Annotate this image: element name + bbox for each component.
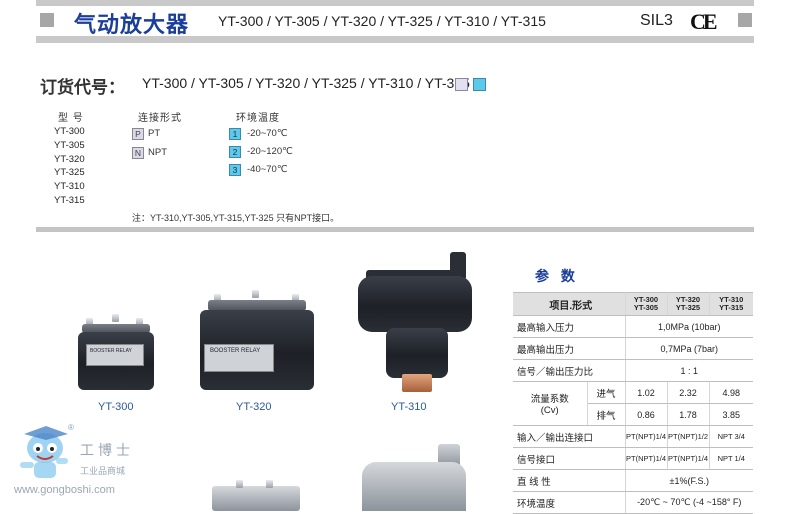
order-note: 注：YT-310,YT-305,YT-315,YT-325 只有NPT接口。	[132, 213, 340, 223]
model-item: YT-325	[54, 167, 85, 178]
spec-flow-label: 流量系数 (Cv)	[513, 381, 588, 426]
temperature-code-label: -20~120℃	[247, 146, 293, 157]
spec-title: 参 数	[535, 268, 579, 284]
temperature-code-label: -20~70℃	[247, 128, 288, 139]
model-item: YT-305	[54, 140, 85, 151]
spec-header-col: YT-320 YT-325	[667, 292, 710, 316]
temperature-code-box: 3	[229, 164, 241, 176]
page-title: 气动放大器	[74, 12, 190, 37]
connection-code-label: NPT	[148, 147, 167, 158]
connection-code-box: N	[132, 147, 144, 159]
watermark-url: www.gongboshi.com	[14, 484, 115, 496]
product-label: YT-310	[391, 401, 427, 413]
product-image-yt300: BOOSTER RELAY	[74, 314, 158, 394]
column-temperature-header: 环境温度	[236, 113, 280, 124]
spec-header-col: YT-300 YT-305	[625, 292, 668, 316]
column-connection-header: 连接形式	[138, 113, 182, 124]
product-plate-text: BOOSTER RELAY	[90, 348, 132, 354]
model-item: YT-315	[54, 195, 85, 206]
product-image-yt310	[354, 252, 476, 394]
spec-table: 项目.形式 YT-300 YT-305 YT-320 YT-325 YT-310 YT…	[513, 292, 753, 514]
spec-row-io-port: 输入／输出连接口 PT(NPT)1/4 PT(NPT)1/2 NPT 3/4	[513, 425, 753, 448]
order-code-models: YT-300 / YT-305 / YT-320 / YT-325 / YT-3…	[142, 75, 470, 91]
spec-header-col: YT-310 YT-315	[709, 292, 753, 316]
temperature-code-box: 2	[229, 146, 241, 158]
watermark-registered-mark: ®	[68, 423, 74, 432]
header-left-square	[40, 13, 54, 27]
product-image-yt320: BOOSTER RELAY	[196, 290, 318, 394]
header-bottom-divider	[36, 36, 754, 43]
spec-row-linearity: 直 线 性 ±1%(F.S.)	[513, 469, 753, 492]
header-top-divider	[36, 0, 754, 6]
spec-row-max-input: 最高输入压力 1,0MPa (10bar)	[513, 315, 753, 338]
connection-code-box: P	[132, 128, 144, 140]
section-divider	[36, 227, 754, 232]
temperature-code-swatch	[473, 78, 486, 91]
mascot-logo-icon	[20, 426, 68, 478]
sil-rating: SIL3	[640, 12, 673, 29]
column-model-header: 型 号	[58, 113, 84, 124]
product-plate-text: BOOSTER RELAY	[210, 348, 261, 354]
model-item: YT-300	[54, 126, 85, 137]
temperature-code-label: -40~70℃	[247, 164, 288, 175]
product-image-partial	[206, 478, 306, 511]
spec-row-flow-in: 流量系数 (Cv) 进气 1.02 2.32 4.98	[513, 381, 753, 426]
watermark-brand: 工博士	[80, 443, 134, 459]
product-label: YT-320	[236, 401, 272, 413]
product-image-partial	[358, 444, 468, 511]
header-model-list: YT-300 / YT-305 / YT-320 / YT-325 / YT-3…	[218, 13, 546, 29]
watermark-tagline: 工业品商城	[80, 466, 126, 476]
spec-row-signal-port: 信号接口 PT(NPT)1/4 PT(NPT)1/4 NPT 1/4	[513, 447, 753, 470]
spec-header-label: 项目.形式	[513, 292, 626, 316]
spec-row-max-output: 最高输出压力 0,7MPa (7bar)	[513, 337, 753, 360]
spec-row-env-temp: 环境温度 -20℃ ~ 70℃ (-4 ~158° F)	[513, 491, 753, 514]
connection-code-label: PT	[148, 128, 161, 139]
product-label: YT-300	[98, 401, 134, 413]
model-item: YT-320	[54, 154, 85, 165]
order-code-label: 订货代号：	[40, 78, 125, 97]
spec-header-row: 项目.形式 YT-300 YT-305 YT-320 YT-325 YT-310 YT…	[513, 292, 753, 316]
spec-row-ratio: 信号／输出压力比 1 : 1	[513, 359, 753, 382]
header-right-square	[738, 13, 752, 27]
model-item: YT-310	[54, 181, 85, 192]
connection-code-swatch	[455, 78, 468, 91]
temperature-code-box: 1	[229, 128, 241, 140]
ce-mark-icon: CE	[690, 9, 718, 34]
